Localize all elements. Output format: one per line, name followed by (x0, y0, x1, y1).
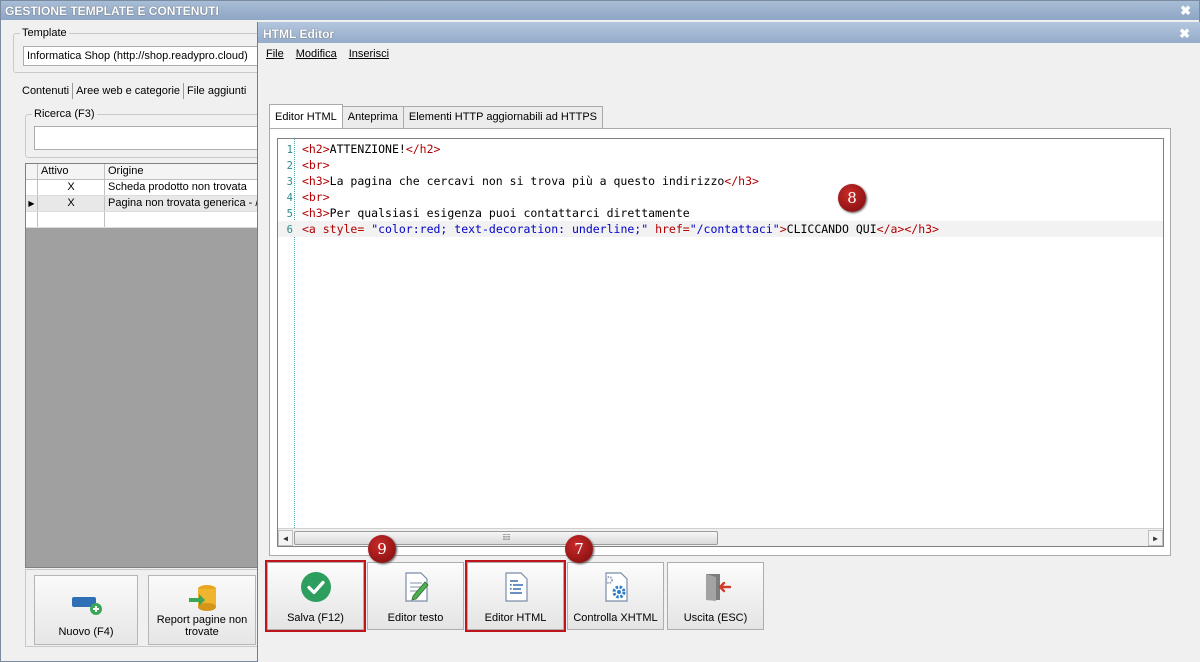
editor-tab-strip: Editor HTML Anteprima Elementi HTTP aggi… (269, 104, 603, 129)
cell-origine: Pagina non trovata generica - / (108, 197, 259, 209)
bg-toolbar: Nuovo (F4) Report pagine non trovate (25, 569, 265, 647)
cell-attivo: X (38, 180, 105, 195)
search-input[interactable] (34, 126, 266, 150)
search-legend: Ricerca (F3) (32, 108, 97, 120)
template-group: Template Informatica Shop (http://shop.r… (13, 27, 268, 73)
exit-door-icon (705, 574, 731, 601)
menu-bar: File Modifica Inserisci (258, 43, 1200, 64)
editor-testo-label: Editor testo (387, 612, 444, 624)
controlla-xhtml-label: Controlla XHTML (573, 612, 658, 624)
editor-html-label: Editor HTML (484, 612, 547, 624)
salva-button[interactable]: Salva (F12) (265, 560, 366, 632)
code-line[interactable]: 1 <h2>ATTENZIONE!</h2> (278, 141, 1163, 157)
template-manager-title: GESTIONE TEMPLATE E CONTENUTI (1, 1, 1199, 20)
close-icon[interactable]: ✖ (1180, 3, 1191, 19)
tab-anteprima[interactable]: Anteprima (341, 106, 404, 128)
editor-toolbar: Salva (F12) Editor testo Editor HTML Con… (265, 559, 764, 632)
uscita-button[interactable]: Uscita (ESC) (667, 562, 764, 630)
tab-aree-web[interactable]: Aree web e categorie (73, 83, 185, 99)
menu-file[interactable]: File (266, 48, 284, 60)
contents-grid: Attivo Origine X Scheda prodotto non tro… (25, 163, 261, 568)
edit-document-icon (404, 572, 429, 602)
controlla-xhtml-button[interactable]: Controlla XHTML (567, 562, 664, 630)
cell-origine: Scheda prodotto non trovata (108, 181, 247, 193)
table-row-new[interactable] (26, 212, 260, 228)
editor-html-button[interactable]: Editor HTML (465, 560, 566, 632)
tab-editor-html[interactable]: Editor HTML (269, 104, 343, 129)
grid-header: Attivo Origine (26, 164, 260, 180)
html-document-icon (504, 572, 528, 602)
close-icon[interactable]: ✖ (1179, 26, 1190, 42)
line-number: 2 (286, 160, 293, 172)
line-number: 1 (286, 144, 293, 156)
code-line[interactable]: 3 <h3>La pagina che cercavi non si trova… (278, 173, 1163, 189)
table-row[interactable]: ▶ X Pagina non trovata generica - / (26, 196, 260, 212)
add-item-icon (72, 597, 102, 615)
horizontal-scrollbar[interactable]: ◀ ⁞⁞⁞⁞⁞⁞ ▶ (278, 528, 1163, 546)
check-circle-icon (300, 572, 331, 602)
salva-label: Salva (F12) (287, 612, 344, 624)
editor-tab-panel: 1 <h2>ATTENZIONE!</h2> 2 <br> 3 <h3>La p… (269, 128, 1171, 556)
table-row[interactable]: X Scheda prodotto non trovata (26, 180, 260, 196)
menu-inserisci[interactable]: Inserisci (349, 48, 389, 60)
code-line-current[interactable]: 6 <a style= "color:red; text-decoration:… (278, 221, 1163, 237)
code-line[interactable]: 5 <h3>Per qualsiasi esigenza puoi contat… (278, 205, 1163, 221)
column-origine[interactable]: Origine (105, 164, 260, 179)
scroll-thumb[interactable]: ⁞⁞⁞⁞⁞⁞ (294, 531, 718, 545)
editor-testo-button[interactable]: Editor testo (367, 562, 464, 630)
html-editor-window: HTML Editor ✖ File Modifica Inserisci Ed… (257, 22, 1200, 662)
html-editor-title: HTML Editor (258, 22, 1200, 43)
scroll-right-icon[interactable]: ▶ (1148, 530, 1163, 546)
row-pointer-icon: ▶ (26, 196, 38, 211)
line-number: 4 (286, 192, 293, 204)
cell-attivo: X (38, 196, 105, 211)
annotation-badge-9: 9 (368, 535, 396, 563)
code-editor[interactable]: 1 <h2>ATTENZIONE!</h2> 2 <br> 3 <h3>La p… (277, 138, 1164, 547)
template-legend: Template (20, 27, 69, 39)
annotation-badge-7: 7 (565, 535, 593, 563)
gear-document-icon (604, 572, 628, 602)
report-button[interactable]: Report pagine non trovate (148, 575, 256, 645)
tab-contenuti[interactable]: Contenuti (19, 83, 74, 99)
template-select[interactable]: Informatica Shop (http://shop.readypro.c… (23, 46, 268, 66)
report-label: Report pagine non trovate (156, 614, 248, 638)
search-group: Ricerca (F3) (25, 108, 266, 158)
line-number: 5 (286, 208, 293, 220)
column-attivo[interactable]: Attivo (38, 164, 105, 179)
menu-modifica[interactable]: Modifica (296, 48, 337, 60)
code-line[interactable]: 2 <br> (278, 157, 1163, 173)
line-number: 6 (286, 224, 293, 236)
uscita-label: Uscita (ESC) (683, 612, 748, 624)
code-line[interactable]: 4 <br> (278, 189, 1163, 205)
nuovo-label: Nuovo (F4) (58, 626, 114, 638)
line-number: 3 (286, 176, 293, 188)
annotation-badge-8: 8 (838, 184, 866, 212)
tab-file-aggiunti[interactable]: File aggiunti (184, 83, 249, 99)
tab-elementi-http[interactable]: Elementi HTTP aggiornabili ad HTTPS (402, 106, 603, 128)
bg-tab-strip: Contenuti Aree web e categorie File aggi… (19, 83, 249, 99)
database-report-icon (189, 585, 216, 611)
scroll-left-icon[interactable]: ◀ (278, 530, 293, 546)
nuovo-button[interactable]: Nuovo (F4) (34, 575, 138, 645)
